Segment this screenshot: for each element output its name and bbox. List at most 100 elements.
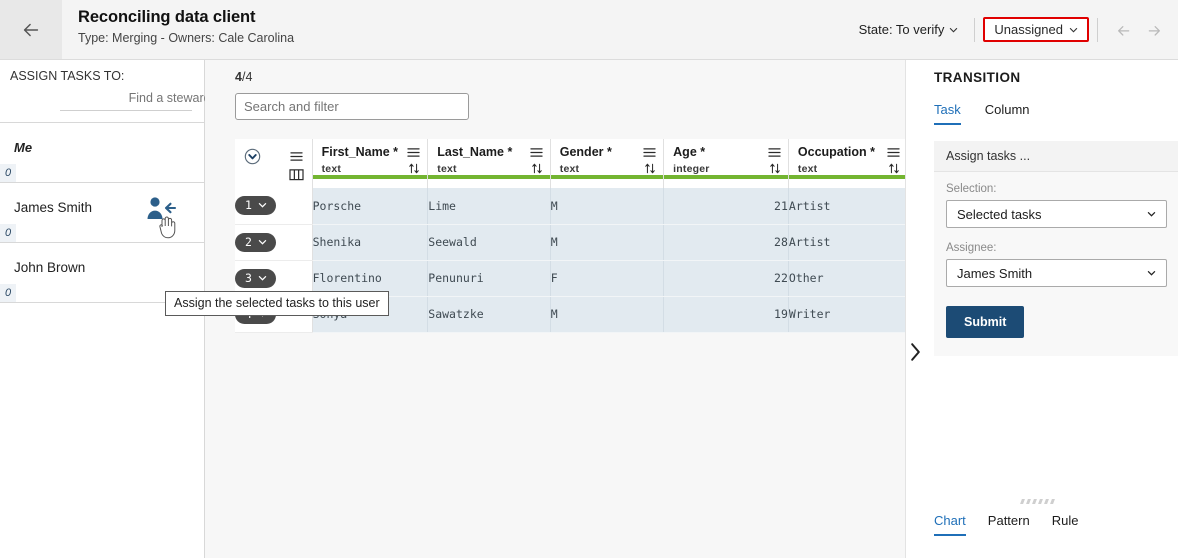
cell-gender[interactable]: M: [550, 296, 665, 333]
selection-label: Selection:: [946, 183, 997, 195]
assignee-label: Assignee:: [946, 242, 997, 254]
column-header-occupation[interactable]: Occupation * text: [788, 139, 908, 188]
tab-rule[interactable]: Rule: [1052, 513, 1079, 536]
assign-card-body: Selection: Selected tasks Assignee: Jame…: [934, 172, 1178, 356]
cell-occupation[interactable]: Writer: [788, 296, 908, 333]
required-marker: *: [393, 145, 399, 159]
sidebar-heading: ASSIGN TASKS TO:: [10, 69, 125, 83]
row-number-pill[interactable]: 3: [235, 268, 276, 288]
table-row[interactable]: 2 Shenika Seewald M 28 Artist: [235, 224, 908, 261]
tab-chart[interactable]: Chart: [934, 513, 966, 536]
state-filter-dropdown[interactable]: State: To verify: [851, 18, 967, 41]
sort-icon[interactable]: [769, 162, 781, 175]
steward-task-count: 0: [0, 224, 16, 242]
chevron-right-icon[interactable]: [908, 342, 923, 362]
column-header-last_name[interactable]: Last_Name * text: [427, 139, 551, 188]
chevron-down-icon: [1147, 211, 1156, 217]
hamburger-menu-icon[interactable]: [887, 147, 900, 158]
required-marker: *: [870, 145, 875, 159]
steward-task-count: 0: [0, 164, 16, 182]
assignment-filter-dropdown[interactable]: Unassigned: [983, 17, 1089, 42]
steward-row[interactable]: Me 0: [0, 123, 204, 183]
chevron-down-icon: [258, 275, 267, 281]
assign-card-title: Assign tasks ...: [934, 141, 1178, 172]
columns-icon[interactable]: [289, 168, 304, 181]
steward-row[interactable]: James Smith 0: [0, 183, 204, 243]
cell-gender[interactable]: M: [550, 188, 665, 225]
sort-icon[interactable]: [408, 162, 420, 175]
sort-icon[interactable]: [531, 162, 543, 175]
tab-task[interactable]: Task: [934, 102, 961, 125]
cell-last_name[interactable]: Lime: [427, 188, 551, 225]
chevron-down-circle-icon[interactable]: [244, 148, 261, 165]
hamburger-menu-icon[interactable]: [643, 147, 656, 158]
undo-arrow-icon[interactable]: [1112, 20, 1132, 40]
cell-first_name[interactable]: Shenika: [312, 224, 429, 261]
hamburger-menu-icon[interactable]: [768, 147, 781, 158]
cell-occupation[interactable]: Other: [788, 260, 908, 297]
column-quality-bar: [550, 175, 664, 179]
required-marker: *: [507, 145, 513, 159]
header-divider-1: [974, 17, 976, 42]
row-number: 2: [245, 234, 252, 249]
cell-age[interactable]: 19: [663, 296, 789, 333]
redo-arrow-icon[interactable]: [1146, 20, 1166, 40]
cell-occupation[interactable]: Artist: [788, 188, 908, 225]
assignee-dropdown[interactable]: James Smith: [946, 259, 1167, 287]
sort-icon[interactable]: [888, 162, 900, 175]
cell-gender[interactable]: F: [550, 260, 665, 297]
cell-last_name[interactable]: Penunuri: [427, 260, 551, 297]
transition-title: TRANSITION: [934, 70, 1021, 85]
column-type: text: [437, 162, 457, 175]
column-header-gender[interactable]: Gender * text: [550, 139, 665, 188]
tab-column[interactable]: Column: [985, 102, 1030, 125]
chevron-down-icon: [1069, 27, 1078, 33]
steward-name: Me: [14, 140, 33, 155]
chart-tabs: Chart Pattern Rule: [934, 513, 1078, 536]
row-number-pill[interactable]: 1: [235, 196, 276, 216]
cell-age[interactable]: 21: [663, 188, 789, 225]
app-header: Reconciling data client Type: Merging - …: [0, 0, 1178, 60]
grid-header-row: First_Name * text Last_Name * text Gender * t…: [235, 139, 908, 188]
cell-first_name[interactable]: Porsche: [312, 188, 429, 225]
steward-search-input[interactable]: [60, 91, 227, 107]
cell-last_name[interactable]: Sawatzke: [427, 296, 551, 333]
hand-cursor-icon: [159, 216, 176, 239]
row-selector-cell[interactable]: 1: [235, 188, 313, 225]
assign-user-icon[interactable]: [144, 195, 178, 239]
cell-gender[interactable]: M: [550, 224, 665, 261]
hamburger-menu-icon[interactable]: [289, 151, 303, 162]
table-row[interactable]: 1 Porsche Lime M 21 Artist: [235, 188, 908, 225]
row-number-pill[interactable]: 2: [235, 232, 276, 252]
selection-dropdown[interactable]: Selected tasks: [946, 200, 1167, 228]
cell-last_name[interactable]: Seewald: [427, 224, 551, 261]
chevron-down-icon: [258, 239, 267, 245]
column-header-age[interactable]: Age * integer: [663, 139, 789, 188]
resize-grip-icon[interactable]: [1020, 499, 1055, 504]
assign-tasks-card: Assign tasks ... Selection: Selected tas…: [934, 141, 1178, 356]
transition-tabs: Task Column: [934, 102, 1030, 125]
header-divider-2: [1097, 17, 1098, 42]
back-button[interactable]: [0, 0, 62, 59]
hamburger-menu-icon[interactable]: [530, 147, 543, 158]
steward-task-count: 0: [0, 284, 16, 302]
column-name: Gender *: [559, 145, 612, 159]
state-filter-label: State: To verify: [858, 22, 945, 37]
cell-occupation[interactable]: Artist: [788, 224, 908, 261]
submit-button[interactable]: Submit: [946, 306, 1025, 338]
cell-age[interactable]: 22: [663, 260, 789, 297]
app-root: Reconciling data client Type: Merging - …: [0, 0, 1178, 558]
record-count: 4/4: [235, 70, 252, 84]
assignment-filter-label: Unassigned: [994, 22, 1063, 37]
column-type: integer: [673, 162, 710, 175]
cell-age[interactable]: 28: [663, 224, 789, 261]
hamburger-menu-icon[interactable]: [407, 147, 420, 158]
search-and-filter-input[interactable]: [235, 93, 469, 120]
tab-pattern[interactable]: Pattern: [988, 513, 1030, 536]
sort-icon[interactable]: [644, 162, 656, 175]
chevron-down-icon: [1147, 270, 1156, 276]
row-selector-cell[interactable]: 2: [235, 224, 313, 261]
column-name: Age *: [673, 145, 706, 159]
assignee-value: James Smith: [957, 265, 1033, 281]
column-header-first_name[interactable]: First_Name * text: [312, 139, 429, 188]
